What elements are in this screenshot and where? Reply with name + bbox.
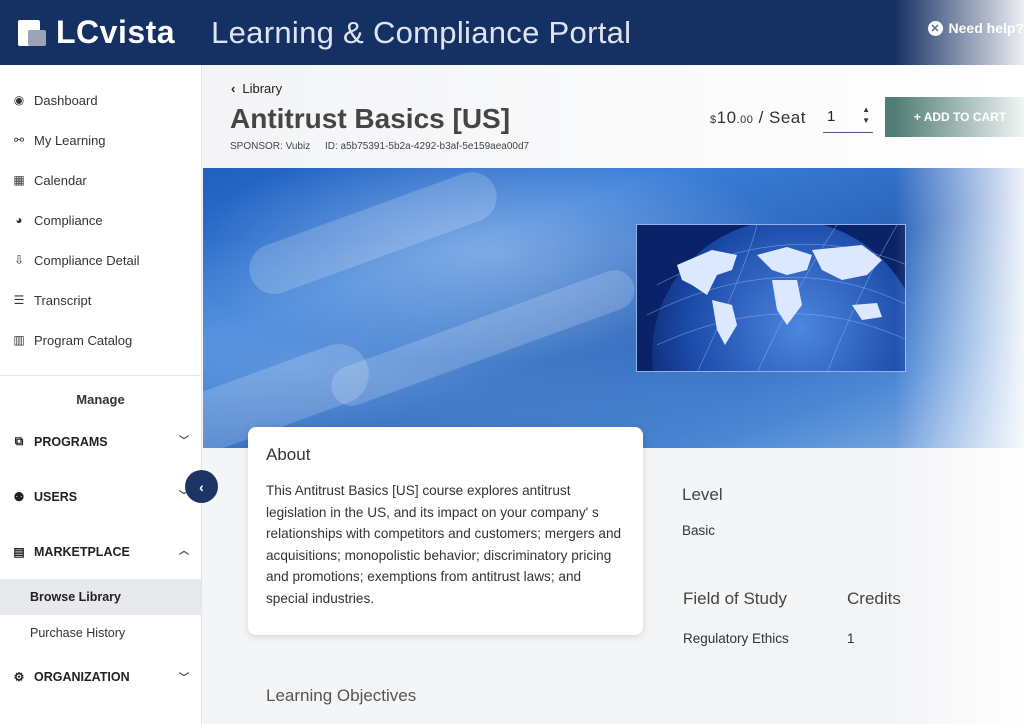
section-label: ORGANIZATION <box>34 670 130 684</box>
about-card: About This Antitrust Basics [US] course … <box>248 427 643 635</box>
chevron-down-icon: ﹀ <box>179 673 189 684</box>
price: $10.00 / Seat <box>710 108 806 128</box>
sidebar-item-transcript[interactable]: ☰ Transcript <box>0 280 201 320</box>
list-icon: ☰ <box>13 293 25 307</box>
field-of-study-value: Regulatory Ethics <box>683 631 789 646</box>
help-label: Need help? <box>948 20 1024 36</box>
credits-value: 1 <box>847 631 855 646</box>
sidebar-item-my-learning[interactable]: ⚯ My Learning <box>0 120 201 160</box>
sidebar-item-label: Dashboard <box>34 92 98 108</box>
sidebar-item-label: Calendar <box>34 172 87 188</box>
sidebar-item-purchase-history[interactable]: Purchase History <box>0 615 201 651</box>
calendar-icon: ▦ <box>13 173 25 187</box>
stepper-arrows-icon[interactable]: ▲ ▼ <box>862 104 870 126</box>
section-label: USERS <box>34 489 78 504</box>
lifebuoy-icon: ✕ <box>927 20 943 36</box>
banner-streak <box>242 168 504 301</box>
price-unit: / Seat <box>753 108 806 127</box>
chevron-left-icon: ‹ <box>199 478 204 495</box>
sidebar-item-label: Transcript <box>34 292 92 308</box>
quantity-value: 1 <box>827 108 836 125</box>
field-of-study-label: Field of Study <box>683 589 787 608</box>
sponsor-text: SPONSOR: Vubiz <box>230 141 311 152</box>
portal-title: Learning & Compliance Portal <box>211 14 632 50</box>
collapse-sidebar-button[interactable]: ‹ <box>185 470 218 503</box>
course-header: ‹ Library Antitrust Basics [US] SPONSOR: … <box>203 65 1024 168</box>
sidebar-section-marketplace[interactable]: ▤ MARKETPLACE ︿ <box>0 524 201 579</box>
globe-image <box>636 224 906 372</box>
logo-mark-icon <box>18 18 48 48</box>
gear-icon: ⚙ <box>13 670 25 684</box>
pie-chart-icon: ◕ <box>15 213 23 227</box>
top-bar: LCvista Learning & Compliance Portal ✕ N… <box>0 0 1024 65</box>
book-icon: ▥ <box>13 333 25 347</box>
about-body: This Antitrust Basics [US] course explor… <box>266 483 622 606</box>
sidebar-item-label: Program Catalog <box>34 332 133 348</box>
banner-streak <box>325 264 641 412</box>
breadcrumb-library: Library <box>242 81 283 96</box>
learning-icon: ⚯ <box>13 133 25 147</box>
store-icon: ▤ <box>13 544 25 559</box>
add-to-cart-button[interactable]: + ADD TO CART <box>885 97 1024 137</box>
page-title: Antitrust Basics [US] <box>230 103 511 134</box>
quantity-stepper[interactable]: 1 ▲ ▼ <box>823 101 873 133</box>
sidebar-item-browse-library[interactable]: Browse Library <box>0 579 201 615</box>
chevron-left-icon: ‹ <box>231 81 236 96</box>
users-icon: ⚉ <box>13 489 25 504</box>
sidebar-item-compliance-detail[interactable]: ⇩ Compliance Detail <box>0 240 201 280</box>
credits-label: Credits <box>847 589 901 608</box>
sidebar: ◉ Dashboard ⚯ My Learning ▦ Calendar ◕ C… <box>0 65 202 724</box>
globe-icon <box>637 225 905 371</box>
sidebar-item-label: Compliance Detail <box>34 252 140 268</box>
course-banner <box>203 168 1024 448</box>
logo-text: LCvista <box>56 14 176 50</box>
level-label: Level <box>682 485 723 504</box>
level-value: Basic <box>682 523 716 538</box>
sidebar-divider <box>0 375 201 376</box>
compliance-detail-icon: ⇩ <box>13 253 25 267</box>
sidebar-item-calendar[interactable]: ▦ Calendar <box>0 160 201 200</box>
sidebar-item-label: Compliance <box>34 212 103 228</box>
learning-objectives-heading: Learning Objectives <box>266 686 417 705</box>
chevron-up-icon: ︿ <box>179 546 189 557</box>
logo[interactable]: LCvista <box>18 14 175 51</box>
about-title: About <box>266 445 311 464</box>
course-id: ID: a5b75391-5b2a-4292-b3af-5e159aea00d7 <box>325 141 530 152</box>
sidebar-section-users[interactable]: ⚉ USERS ﹀ <box>0 469 201 524</box>
sidebar-item-label: My Learning <box>34 132 106 148</box>
programs-icon: ⧉ <box>14 434 24 448</box>
course-meta: SPONSOR: Vubiz ID: a5b75391-5b2a-4292-b3… <box>230 141 529 152</box>
sidebar-item-program-catalog[interactable]: ▥ Program Catalog <box>0 320 201 360</box>
manage-heading: Manage <box>76 392 125 407</box>
sidebar-item-compliance[interactable]: ◕ Compliance <box>0 200 201 240</box>
price-currency: $ <box>710 114 717 126</box>
dashboard-icon: ◉ <box>13 93 25 107</box>
sidebar-section-programs[interactable]: ⧉ PROGRAMS ﹀ <box>0 414 201 469</box>
chevron-down-icon: ﹀ <box>179 436 189 447</box>
section-label: MARKETPLACE <box>34 544 130 559</box>
sidebar-item-dashboard[interactable]: ◉ Dashboard <box>0 80 201 120</box>
price-whole: 10 <box>716 108 737 127</box>
price-cents: .00 <box>736 114 754 126</box>
section-label: PROGRAMS <box>34 434 108 449</box>
breadcrumb[interactable]: ‹ Library <box>231 81 282 96</box>
help-link[interactable]: ✕ Need help? <box>927 20 1024 36</box>
sidebar-section-organization[interactable]: ⚙ ORGANIZATION ﹀ <box>0 651 201 703</box>
